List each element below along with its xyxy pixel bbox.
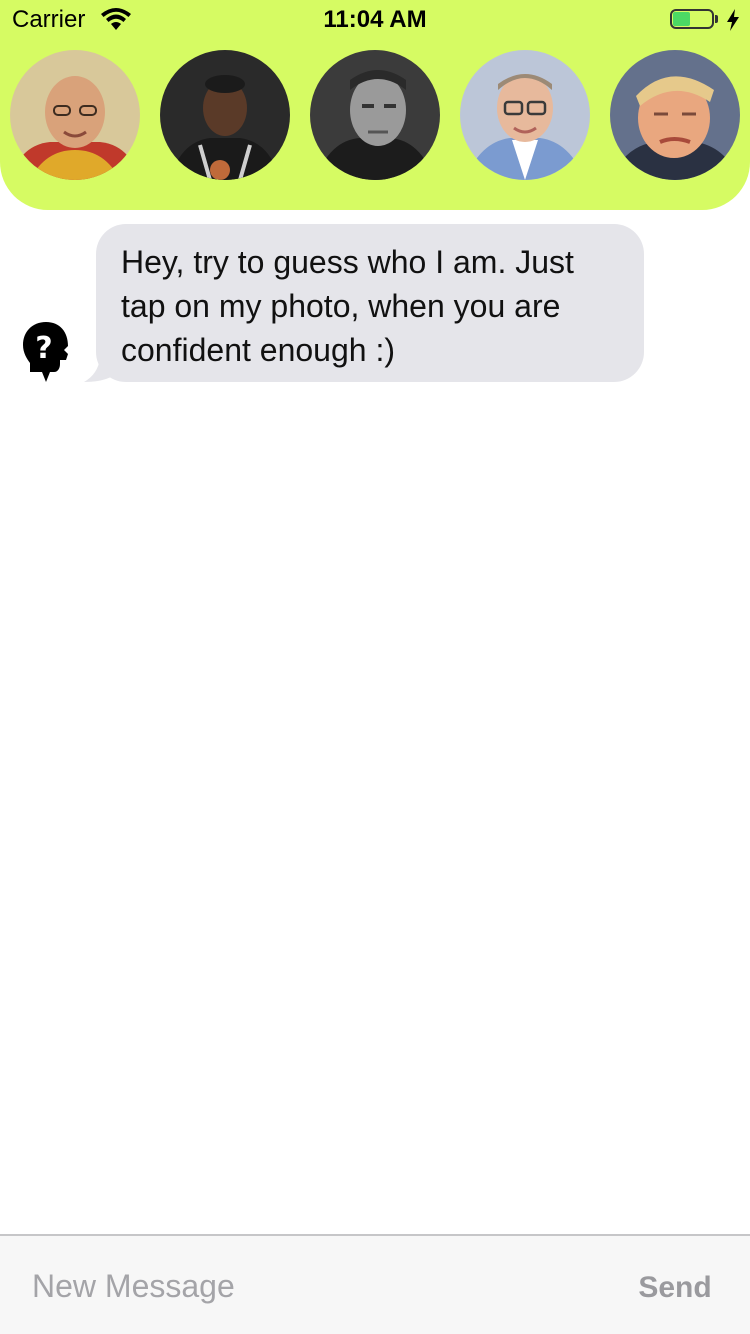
header: Carrier 11:04 AM (0, 0, 750, 210)
send-button[interactable]: Send (620, 1264, 730, 1312)
unknown-person-icon: ? (23, 322, 68, 382)
status-bar: Carrier 11:04 AM (0, 0, 750, 40)
avatar-carousel[interactable] (0, 50, 750, 182)
input-bar: Send (0, 1234, 750, 1334)
avatar-2[interactable] (160, 50, 290, 180)
battery-level (673, 12, 690, 26)
chat-screen: Carrier 11:04 AM ? Hey, try to guess who… (0, 0, 750, 1334)
svg-text:?: ? (35, 331, 52, 366)
battery-icon (670, 9, 718, 31)
avatar-5[interactable] (610, 50, 740, 180)
message-text: Hey, try to guess who I am. Just tap on … (121, 244, 574, 368)
avatar-1[interactable] (10, 50, 140, 180)
bolt-icon (727, 9, 739, 31)
avatar-4[interactable] (460, 50, 590, 180)
status-time: 11:04 AM (323, 6, 427, 33)
message-input[interactable] (32, 1260, 552, 1312)
avatar-3[interactable] (310, 50, 440, 180)
message-bubble: Hey, try to guess who I am. Just tap on … (96, 224, 644, 382)
